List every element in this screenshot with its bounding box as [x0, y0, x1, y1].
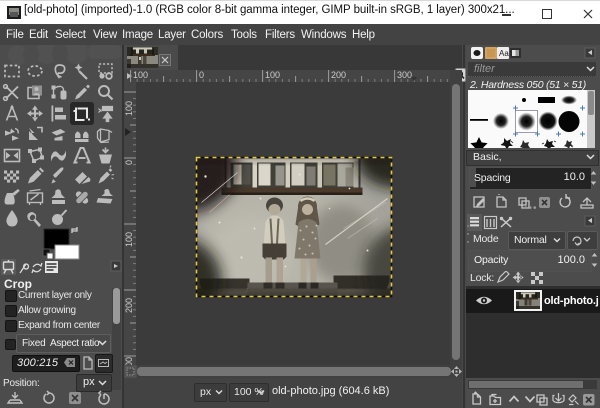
svg-text:300: 300 [124, 357, 134, 365]
svg-text:100: 100 [133, 70, 148, 80]
svg-text:100: 100 [265, 70, 280, 80]
svg-text:Aa: Aa [499, 49, 509, 58]
svg-text:0: 0 [199, 70, 204, 80]
svg-text:300: 300 [397, 70, 412, 80]
svg-text:200: 200 [331, 70, 346, 80]
svg-text:0: 0 [124, 160, 134, 165]
svg-text:100: 100 [124, 101, 134, 116]
svg-text:100: 100 [124, 232, 134, 247]
svg-text:200: 200 [124, 298, 134, 313]
